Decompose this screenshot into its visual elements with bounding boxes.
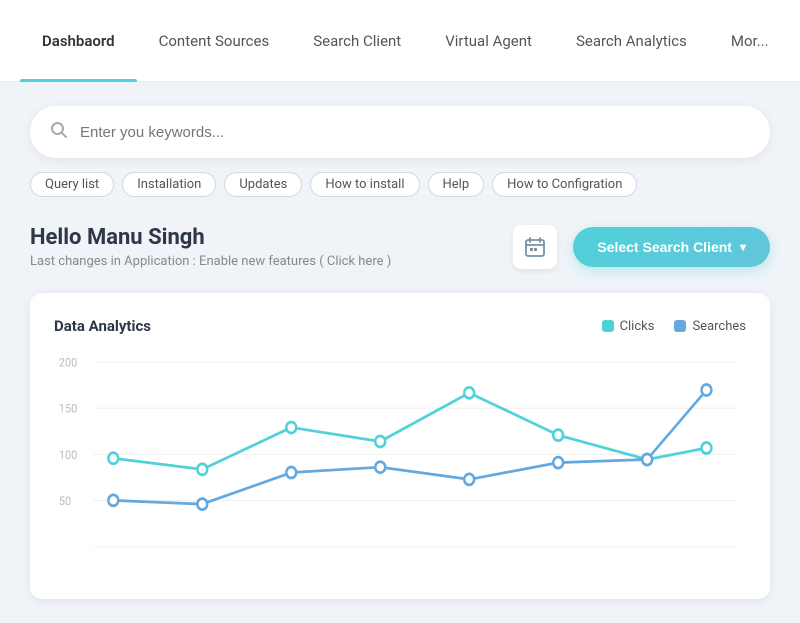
main-content: Query list Installation Updates How to i… — [0, 82, 800, 623]
chart-card: Data Analytics Clicks Searches — [30, 293, 770, 599]
legend-searches: Searches — [674, 319, 746, 334]
search-bar — [30, 106, 770, 158]
clicks-dot — [602, 320, 614, 332]
svg-text:100: 100 — [59, 447, 77, 462]
navbar: Dashbaord Content Sources Search Client … — [0, 0, 800, 82]
searches-dot — [674, 320, 686, 332]
chip-help[interactable]: Help — [428, 172, 485, 197]
nav-dashboard[interactable]: Dashbaord — [20, 0, 137, 82]
chart-title: Data Analytics — [54, 317, 151, 335]
subtext: Last changes in Application : Enable new… — [30, 254, 391, 269]
chip-how-to-install[interactable]: How to install — [310, 172, 419, 197]
hello-actions: Select Search Client ▾ — [513, 225, 770, 269]
chart-legend: Clicks Searches — [602, 319, 746, 334]
chip-query-list[interactable]: Query list — [30, 172, 114, 197]
select-search-client-button[interactable]: Select Search Client ▾ — [573, 227, 770, 267]
nav-search-analytics[interactable]: Search Analytics — [554, 0, 709, 82]
chart-header: Data Analytics Clicks Searches — [54, 317, 746, 335]
chart-area: 200 150 100 50 — [54, 351, 746, 575]
chip-installation[interactable]: Installation — [122, 172, 216, 197]
nav-virtual-agent[interactable]: Virtual Agent — [423, 0, 554, 82]
chip-list: Query list Installation Updates How to i… — [30, 172, 770, 197]
hello-text: Hello Manu Singh Last changes in Applica… — [30, 225, 391, 269]
chip-updates[interactable]: Updates — [224, 172, 302, 197]
svg-text:150: 150 — [59, 401, 77, 416]
nav-content-sources[interactable]: Content Sources — [137, 0, 292, 82]
svg-text:50: 50 — [59, 493, 71, 508]
chip-how-to-config[interactable]: How to Configration — [492, 172, 637, 197]
greeting-text: Hello Manu Singh — [30, 225, 391, 250]
nav-search-client[interactable]: Search Client — [291, 0, 423, 82]
calendar-button[interactable] — [513, 225, 557, 269]
chevron-down-icon: ▾ — [740, 240, 746, 254]
line-chart: 200 150 100 50 — [54, 351, 746, 571]
nav-more[interactable]: Mor... — [709, 0, 791, 82]
search-input[interactable] — [80, 124, 750, 141]
svg-text:200: 200 — [59, 355, 77, 370]
search-icon — [50, 121, 68, 144]
hello-section: Hello Manu Singh Last changes in Applica… — [30, 225, 770, 269]
legend-clicks: Clicks — [602, 319, 655, 334]
